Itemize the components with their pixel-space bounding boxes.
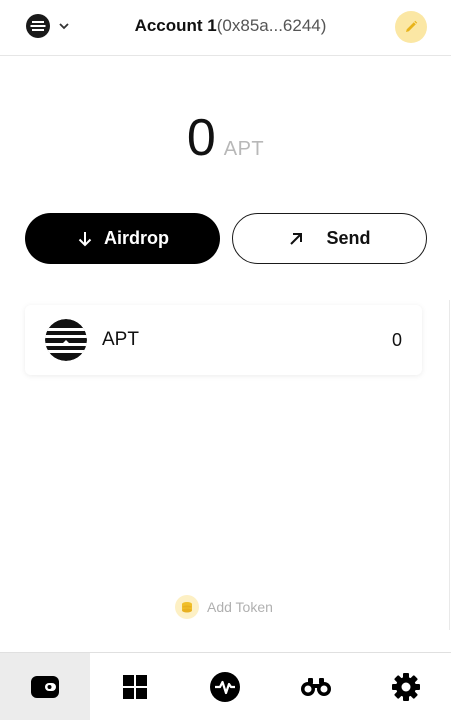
nav-item-activity[interactable]	[180, 653, 270, 720]
account-name: Account 1	[134, 16, 217, 35]
bottom-nav	[0, 652, 451, 720]
wallet-icon	[30, 675, 60, 699]
scrollbar-track[interactable]	[449, 300, 450, 630]
activity-icon	[210, 671, 241, 702]
account-title[interactable]: Account 1(0x85a...6244)	[0, 15, 451, 37]
balance-unit: APT	[223, 138, 265, 160]
header: Account 1(0x85a...6244)	[0, 0, 451, 56]
gear-icon	[391, 672, 421, 702]
binoculars-icon	[300, 677, 332, 697]
nav-item-collectibles[interactable]	[90, 653, 180, 720]
token-amount: 0	[391, 329, 402, 350]
nav-item-explore[interactable]	[271, 653, 361, 720]
airdrop-label: Airdrop	[104, 228, 169, 248]
token-row-apt[interactable]: APT 0	[25, 305, 422, 375]
arrow-up-right-icon	[288, 231, 304, 247]
send-label: Send	[326, 228, 371, 248]
balance-value: 0	[186, 109, 216, 167]
balance-display: 0 APT	[0, 108, 451, 168]
edit-account-button[interactable]	[395, 11, 427, 43]
account-address: (0x85a...6244)	[216, 16, 327, 35]
add-token-button[interactable]: Add Token	[175, 595, 273, 619]
token-symbol: APT	[102, 329, 139, 350]
aptos-logo-icon	[45, 319, 87, 361]
grid-icon	[122, 674, 148, 700]
airdrop-button[interactable]: Airdrop	[25, 213, 220, 264]
send-button[interactable]: Send	[232, 213, 427, 264]
pencil-icon	[403, 19, 419, 35]
add-token-label: Add Token	[207, 599, 273, 615]
arrow-down-icon	[76, 230, 94, 248]
nav-item-settings[interactable]	[361, 653, 451, 720]
coins-icon	[175, 595, 199, 619]
nav-item-wallet[interactable]	[0, 653, 91, 720]
